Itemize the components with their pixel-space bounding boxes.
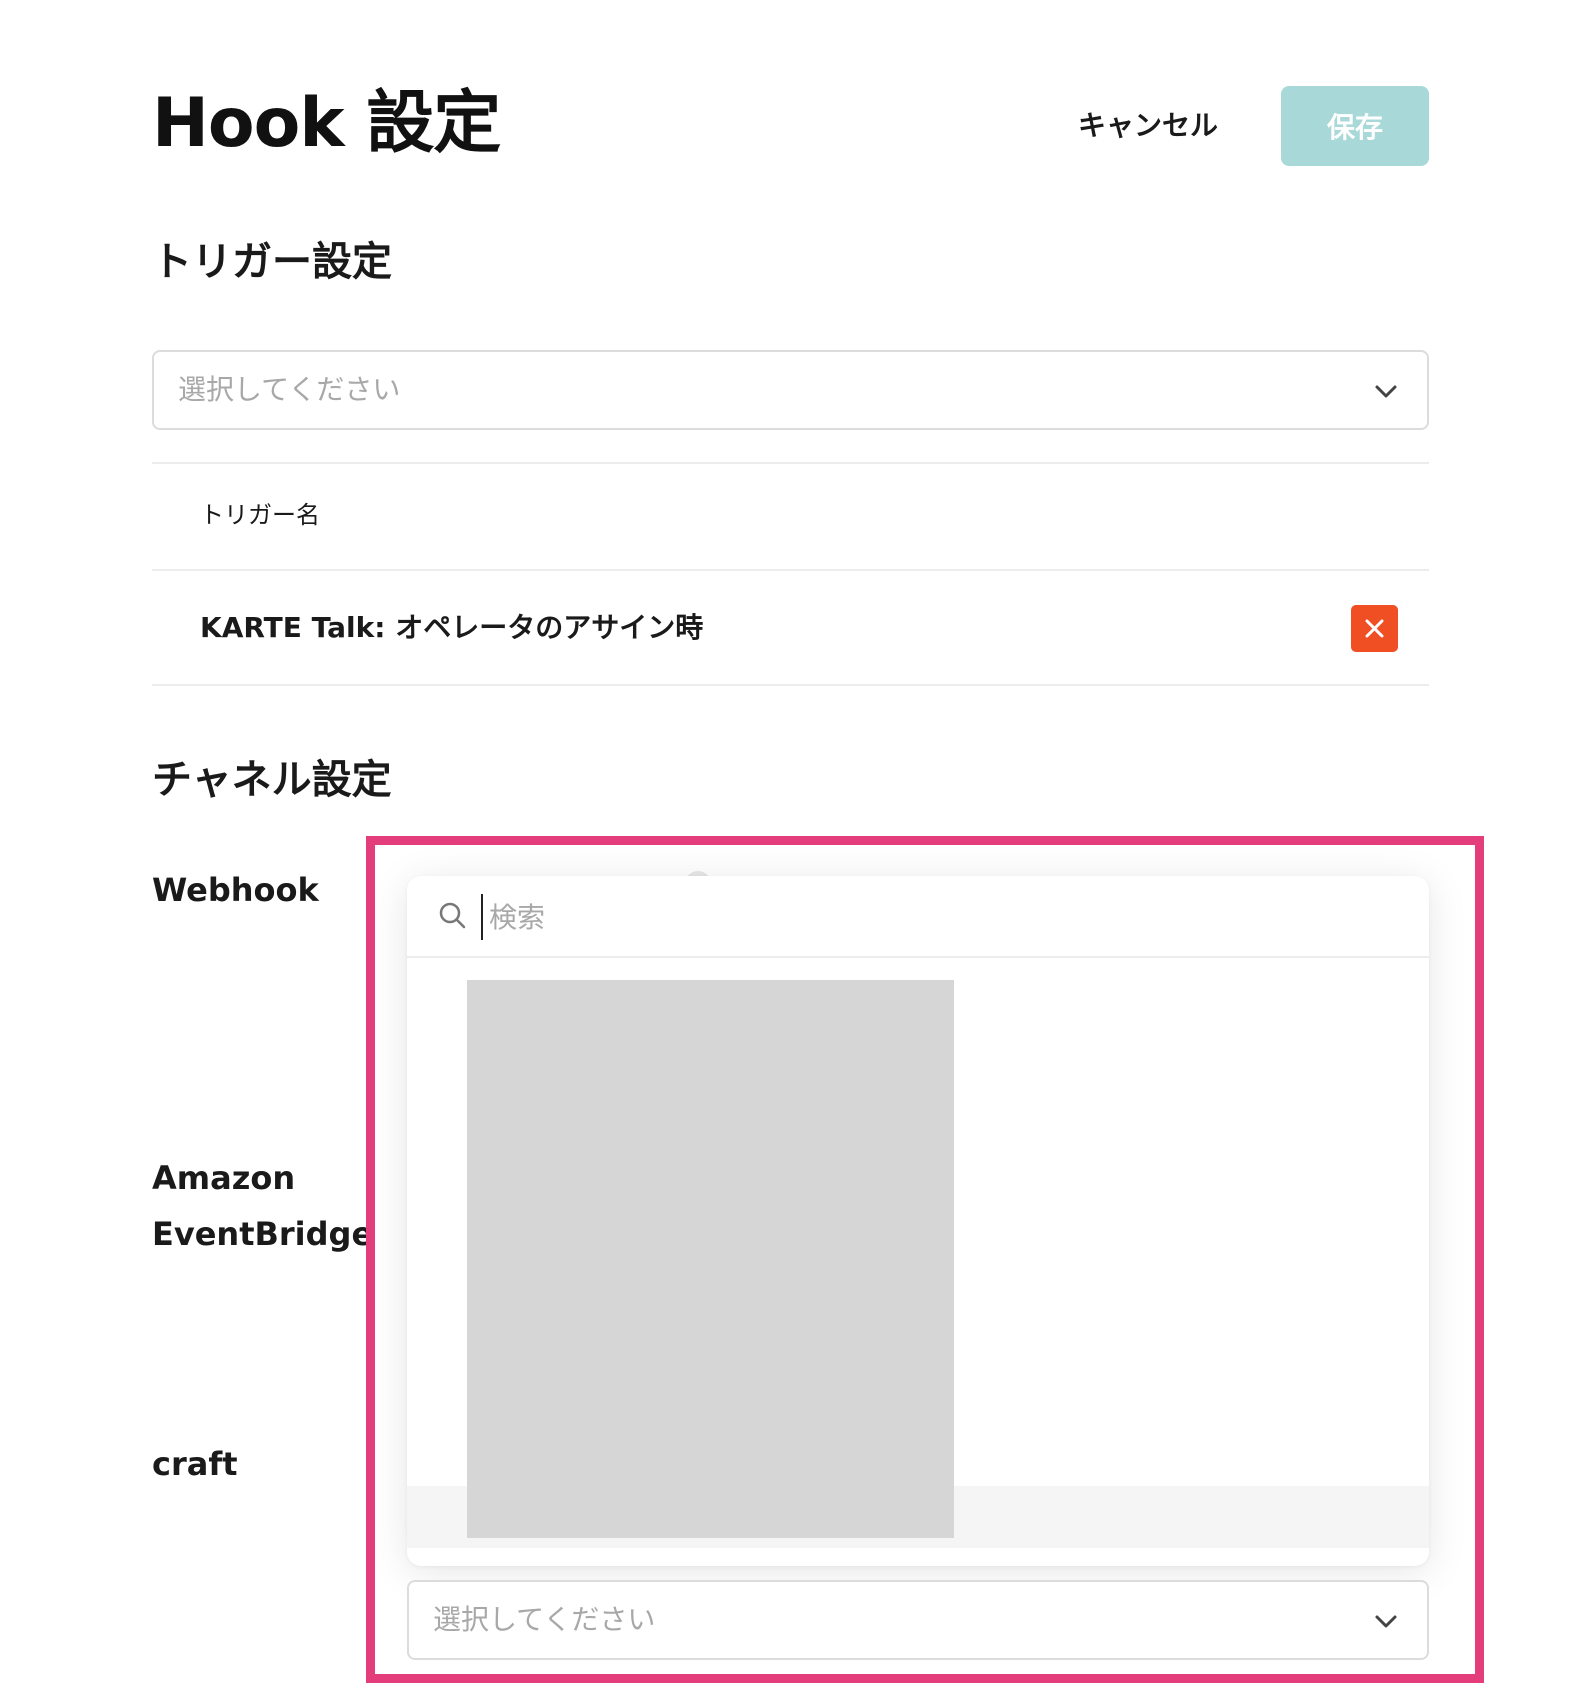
hook-settings-page: Hook 設定 キャンセル 保存 トリガー設定 選択してください トリガー名 K… (0, 0, 1570, 1688)
channel-label-line: Amazon (152, 1159, 296, 1197)
channel-label-craft: craft (152, 1445, 238, 1483)
channel-section-heading: チャネル設定 (152, 757, 392, 803)
channel-label-eventbridge: Amazon EventBridge (152, 1150, 373, 1262)
trigger-name-column-header: トリガー名 (200, 501, 320, 529)
dropdown-search-input[interactable] (481, 894, 1381, 940)
search-icon (439, 902, 466, 929)
divider (152, 684, 1429, 686)
divider (152, 462, 1429, 464)
channel-label-line: EventBridge (152, 1215, 374, 1253)
page-title: Hook 設定 (152, 84, 501, 163)
trigger-select[interactable]: 選択してください (152, 350, 1429, 430)
close-icon (1365, 619, 1384, 638)
trigger-name: KARTE Talk: オペレータのアサイン時 (200, 611, 704, 644)
chevron-down-icon (1375, 385, 1397, 398)
redacted-options-list[interactable] (467, 980, 954, 1538)
chevron-down-icon (1375, 1615, 1397, 1628)
save-button[interactable]: 保存 (1281, 86, 1429, 166)
trigger-section-heading: トリガー設定 (152, 239, 392, 285)
channel-select-placeholder: 選択してください (433, 1603, 656, 1636)
trigger-select-placeholder: 選択してください (178, 373, 401, 406)
channel-select[interactable]: 選択してください (407, 1580, 1429, 1660)
remove-trigger-button[interactable] (1351, 605, 1398, 652)
dropdown-search-row (407, 876, 1429, 958)
cancel-button[interactable]: キャンセル (1068, 100, 1228, 152)
divider (152, 569, 1429, 571)
channel-label-webhook: Webhook (152, 871, 319, 909)
dropdown-panel (407, 876, 1429, 1566)
